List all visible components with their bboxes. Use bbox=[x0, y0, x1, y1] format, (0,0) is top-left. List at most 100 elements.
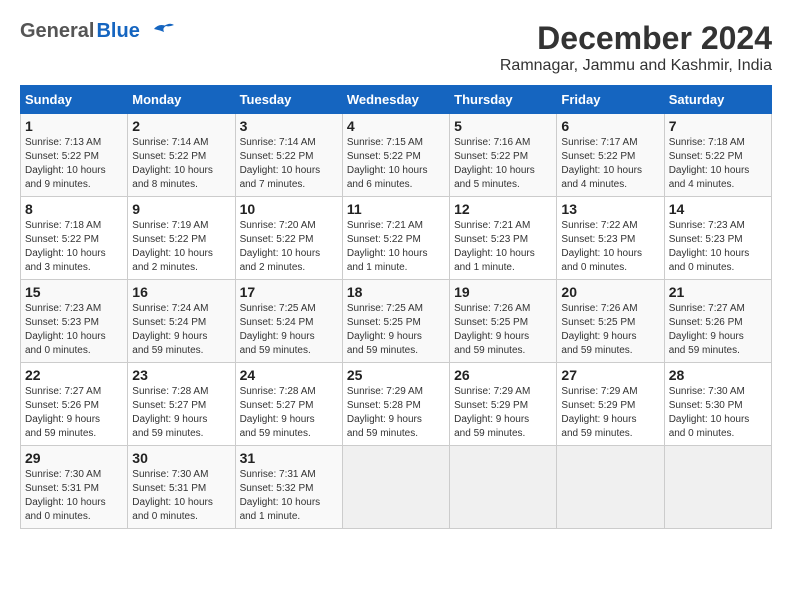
day-number: 27 bbox=[561, 367, 659, 383]
table-row: 10 Sunrise: 7:20 AM Sunset: 5:22 PM Dayli… bbox=[235, 197, 342, 280]
calendar-week-row: 8 Sunrise: 7:18 AM Sunset: 5:22 PM Daylig… bbox=[21, 197, 772, 280]
day-info: Sunrise: 7:26 AM Sunset: 5:25 PM Dayligh… bbox=[561, 302, 659, 358]
day-info: Sunrise: 7:29 AM Sunset: 5:29 PM Dayligh… bbox=[454, 385, 552, 441]
month-title: December 2024 bbox=[500, 20, 772, 57]
day-number: 5 bbox=[454, 118, 552, 134]
table-row bbox=[664, 446, 771, 529]
table-row: 26Sunrise: 7:29 AM Sunset: 5:29 PM Dayli… bbox=[450, 363, 557, 446]
day-number: 8 bbox=[25, 201, 123, 217]
day-info: Sunrise: 7:28 AM Sunset: 5:27 PM Dayligh… bbox=[240, 385, 338, 441]
day-number: 12 bbox=[454, 201, 552, 217]
table-row: 15 Sunrise: 7:23 AM Sunset: 5:23 PM Dayli… bbox=[21, 280, 128, 363]
day-number: 13 bbox=[561, 201, 659, 217]
day-number: 3 bbox=[240, 118, 338, 134]
day-info: Sunrise: 7:25 AM Sunset: 5:24 PM Dayligh… bbox=[240, 302, 338, 358]
day-info: Sunrise: 7:29 AM Sunset: 5:29 PM Dayligh… bbox=[561, 385, 659, 441]
day-number: 4 bbox=[347, 118, 445, 134]
calendar-table: Sunday Monday Tuesday Wednesday Thursday… bbox=[20, 85, 772, 529]
table-row: 3 Sunrise: 7:14 AM Sunset: 5:22 PM Daylig… bbox=[235, 114, 342, 197]
day-number: 11 bbox=[347, 201, 445, 217]
day-info: Sunrise: 7:28 AM Sunset: 5:27 PM Dayligh… bbox=[132, 385, 230, 441]
day-number: 21 bbox=[669, 284, 767, 300]
table-row: 19Sunrise: 7:26 AM Sunset: 5:25 PM Dayli… bbox=[450, 280, 557, 363]
header-saturday: Saturday bbox=[664, 86, 771, 114]
day-number: 15 bbox=[25, 284, 123, 300]
day-number: 17 bbox=[240, 284, 338, 300]
table-row: 28Sunrise: 7:30 AM Sunset: 5:30 PM Dayli… bbox=[664, 363, 771, 446]
day-number: 16 bbox=[132, 284, 230, 300]
calendar-week-row: 1 Sunrise: 7:13 AM Sunset: 5:22 PM Daylig… bbox=[21, 114, 772, 197]
day-info: Sunrise: 7:13 AM Sunset: 5:22 PM Dayligh… bbox=[25, 136, 123, 192]
table-row: 2 Sunrise: 7:14 AM Sunset: 5:22 PM Daylig… bbox=[128, 114, 235, 197]
day-info: Sunrise: 7:23 AM Sunset: 5:23 PM Dayligh… bbox=[669, 219, 767, 275]
day-info: Sunrise: 7:17 AM Sunset: 5:22 PM Dayligh… bbox=[561, 136, 659, 192]
header-sunday: Sunday bbox=[21, 86, 128, 114]
day-info: Sunrise: 7:21 AM Sunset: 5:23 PM Dayligh… bbox=[454, 219, 552, 275]
day-number: 1 bbox=[25, 118, 123, 134]
day-info: Sunrise: 7:29 AM Sunset: 5:28 PM Dayligh… bbox=[347, 385, 445, 441]
day-number: 18 bbox=[347, 284, 445, 300]
day-info: Sunrise: 7:27 AM Sunset: 5:26 PM Dayligh… bbox=[25, 385, 123, 441]
table-row: 20 Sunrise: 7:26 AM Sunset: 5:25 PM Dayli… bbox=[557, 280, 664, 363]
calendar-week-row: 29 Sunrise: 7:30 AM Sunset: 5:31 PM Dayli… bbox=[21, 446, 772, 529]
table-row: 30 Sunrise: 7:30 AM Sunset: 5:31 PM Dayli… bbox=[128, 446, 235, 529]
table-row: 27 Sunrise: 7:29 AM Sunset: 5:29 PM Dayli… bbox=[557, 363, 664, 446]
table-row: 16 Sunrise: 7:24 AM Sunset: 5:24 PM Dayli… bbox=[128, 280, 235, 363]
day-info: Sunrise: 7:30 AM Sunset: 5:31 PM Dayligh… bbox=[25, 468, 123, 524]
title-area: December 2024 Ramnagar, Jammu and Kashmi… bbox=[500, 20, 772, 75]
day-info: Sunrise: 7:14 AM Sunset: 5:22 PM Dayligh… bbox=[240, 136, 338, 192]
table-row: 13 Sunrise: 7:22 AM Sunset: 5:23 PM Dayli… bbox=[557, 197, 664, 280]
table-row: 14 Sunrise: 7:23 AM Sunset: 5:23 PM Dayli… bbox=[664, 197, 771, 280]
header-friday: Friday bbox=[557, 86, 664, 114]
days-header-row: Sunday Monday Tuesday Wednesday Thursday… bbox=[21, 86, 772, 114]
day-info: Sunrise: 7:23 AM Sunset: 5:23 PM Dayligh… bbox=[25, 302, 123, 358]
table-row: 9Sunrise: 7:19 AM Sunset: 5:22 PM Daylig… bbox=[128, 197, 235, 280]
day-info: Sunrise: 7:21 AM Sunset: 5:22 PM Dayligh… bbox=[347, 219, 445, 275]
day-info: Sunrise: 7:24 AM Sunset: 5:24 PM Dayligh… bbox=[132, 302, 230, 358]
table-row: 21Sunrise: 7:27 AM Sunset: 5:26 PM Dayli… bbox=[664, 280, 771, 363]
header-monday: Monday bbox=[128, 86, 235, 114]
table-row: 29 Sunrise: 7:30 AM Sunset: 5:31 PM Dayli… bbox=[21, 446, 128, 529]
day-number: 2 bbox=[132, 118, 230, 134]
logo-general-text: General bbox=[20, 20, 94, 43]
day-info: Sunrise: 7:22 AM Sunset: 5:23 PM Dayligh… bbox=[561, 219, 659, 275]
day-number: 29 bbox=[25, 450, 123, 466]
day-info: Sunrise: 7:15 AM Sunset: 5:22 PM Dayligh… bbox=[347, 136, 445, 192]
day-info: Sunrise: 7:18 AM Sunset: 5:22 PM Dayligh… bbox=[669, 136, 767, 192]
table-row: 12 Sunrise: 7:21 AM Sunset: 5:23 PM Dayli… bbox=[450, 197, 557, 280]
day-number: 14 bbox=[669, 201, 767, 217]
header-wednesday: Wednesday bbox=[342, 86, 449, 114]
day-info: Sunrise: 7:18 AM Sunset: 5:22 PM Dayligh… bbox=[25, 219, 123, 275]
table-row: 7 Sunrise: 7:18 AM Sunset: 5:22 PM Daylig… bbox=[664, 114, 771, 197]
calendar-week-row: 22 Sunrise: 7:27 AM Sunset: 5:26 PM Dayli… bbox=[21, 363, 772, 446]
day-info: Sunrise: 7:30 AM Sunset: 5:31 PM Dayligh… bbox=[132, 468, 230, 524]
table-row: 22 Sunrise: 7:27 AM Sunset: 5:26 PM Dayli… bbox=[21, 363, 128, 446]
page-header: General Blue December 2024 Ramnagar, Jam… bbox=[20, 20, 772, 75]
day-info: Sunrise: 7:16 AM Sunset: 5:22 PM Dayligh… bbox=[454, 136, 552, 192]
day-info: Sunrise: 7:14 AM Sunset: 5:22 PM Dayligh… bbox=[132, 136, 230, 192]
table-row: 4 Sunrise: 7:15 AM Sunset: 5:22 PM Daylig… bbox=[342, 114, 449, 197]
logo-blue-text: Blue bbox=[96, 20, 139, 43]
table-row: 11 Sunrise: 7:21 AM Sunset: 5:22 PM Dayli… bbox=[342, 197, 449, 280]
day-number: 24 bbox=[240, 367, 338, 383]
day-info: Sunrise: 7:19 AM Sunset: 5:22 PM Dayligh… bbox=[132, 219, 230, 275]
calendar-week-row: 15 Sunrise: 7:23 AM Sunset: 5:23 PM Dayli… bbox=[21, 280, 772, 363]
table-row: 18 Sunrise: 7:25 AM Sunset: 5:25 PM Dayli… bbox=[342, 280, 449, 363]
table-row bbox=[557, 446, 664, 529]
day-number: 20 bbox=[561, 284, 659, 300]
day-number: 30 bbox=[132, 450, 230, 466]
day-info: Sunrise: 7:25 AM Sunset: 5:25 PM Dayligh… bbox=[347, 302, 445, 358]
day-info: Sunrise: 7:20 AM Sunset: 5:22 PM Dayligh… bbox=[240, 219, 338, 275]
table-row: 23Sunrise: 7:28 AM Sunset: 5:27 PM Dayli… bbox=[128, 363, 235, 446]
day-info: Sunrise: 7:26 AM Sunset: 5:25 PM Dayligh… bbox=[454, 302, 552, 358]
table-row: 25Sunrise: 7:29 AM Sunset: 5:28 PM Dayli… bbox=[342, 363, 449, 446]
table-row bbox=[450, 446, 557, 529]
table-row: 31Sunrise: 7:31 AM Sunset: 5:32 PM Dayli… bbox=[235, 446, 342, 529]
day-number: 10 bbox=[240, 201, 338, 217]
table-row bbox=[342, 446, 449, 529]
day-number: 22 bbox=[25, 367, 123, 383]
header-tuesday: Tuesday bbox=[235, 86, 342, 114]
day-number: 7 bbox=[669, 118, 767, 134]
table-row: 6Sunrise: 7:17 AM Sunset: 5:22 PM Daylig… bbox=[557, 114, 664, 197]
day-number: 31 bbox=[240, 450, 338, 466]
